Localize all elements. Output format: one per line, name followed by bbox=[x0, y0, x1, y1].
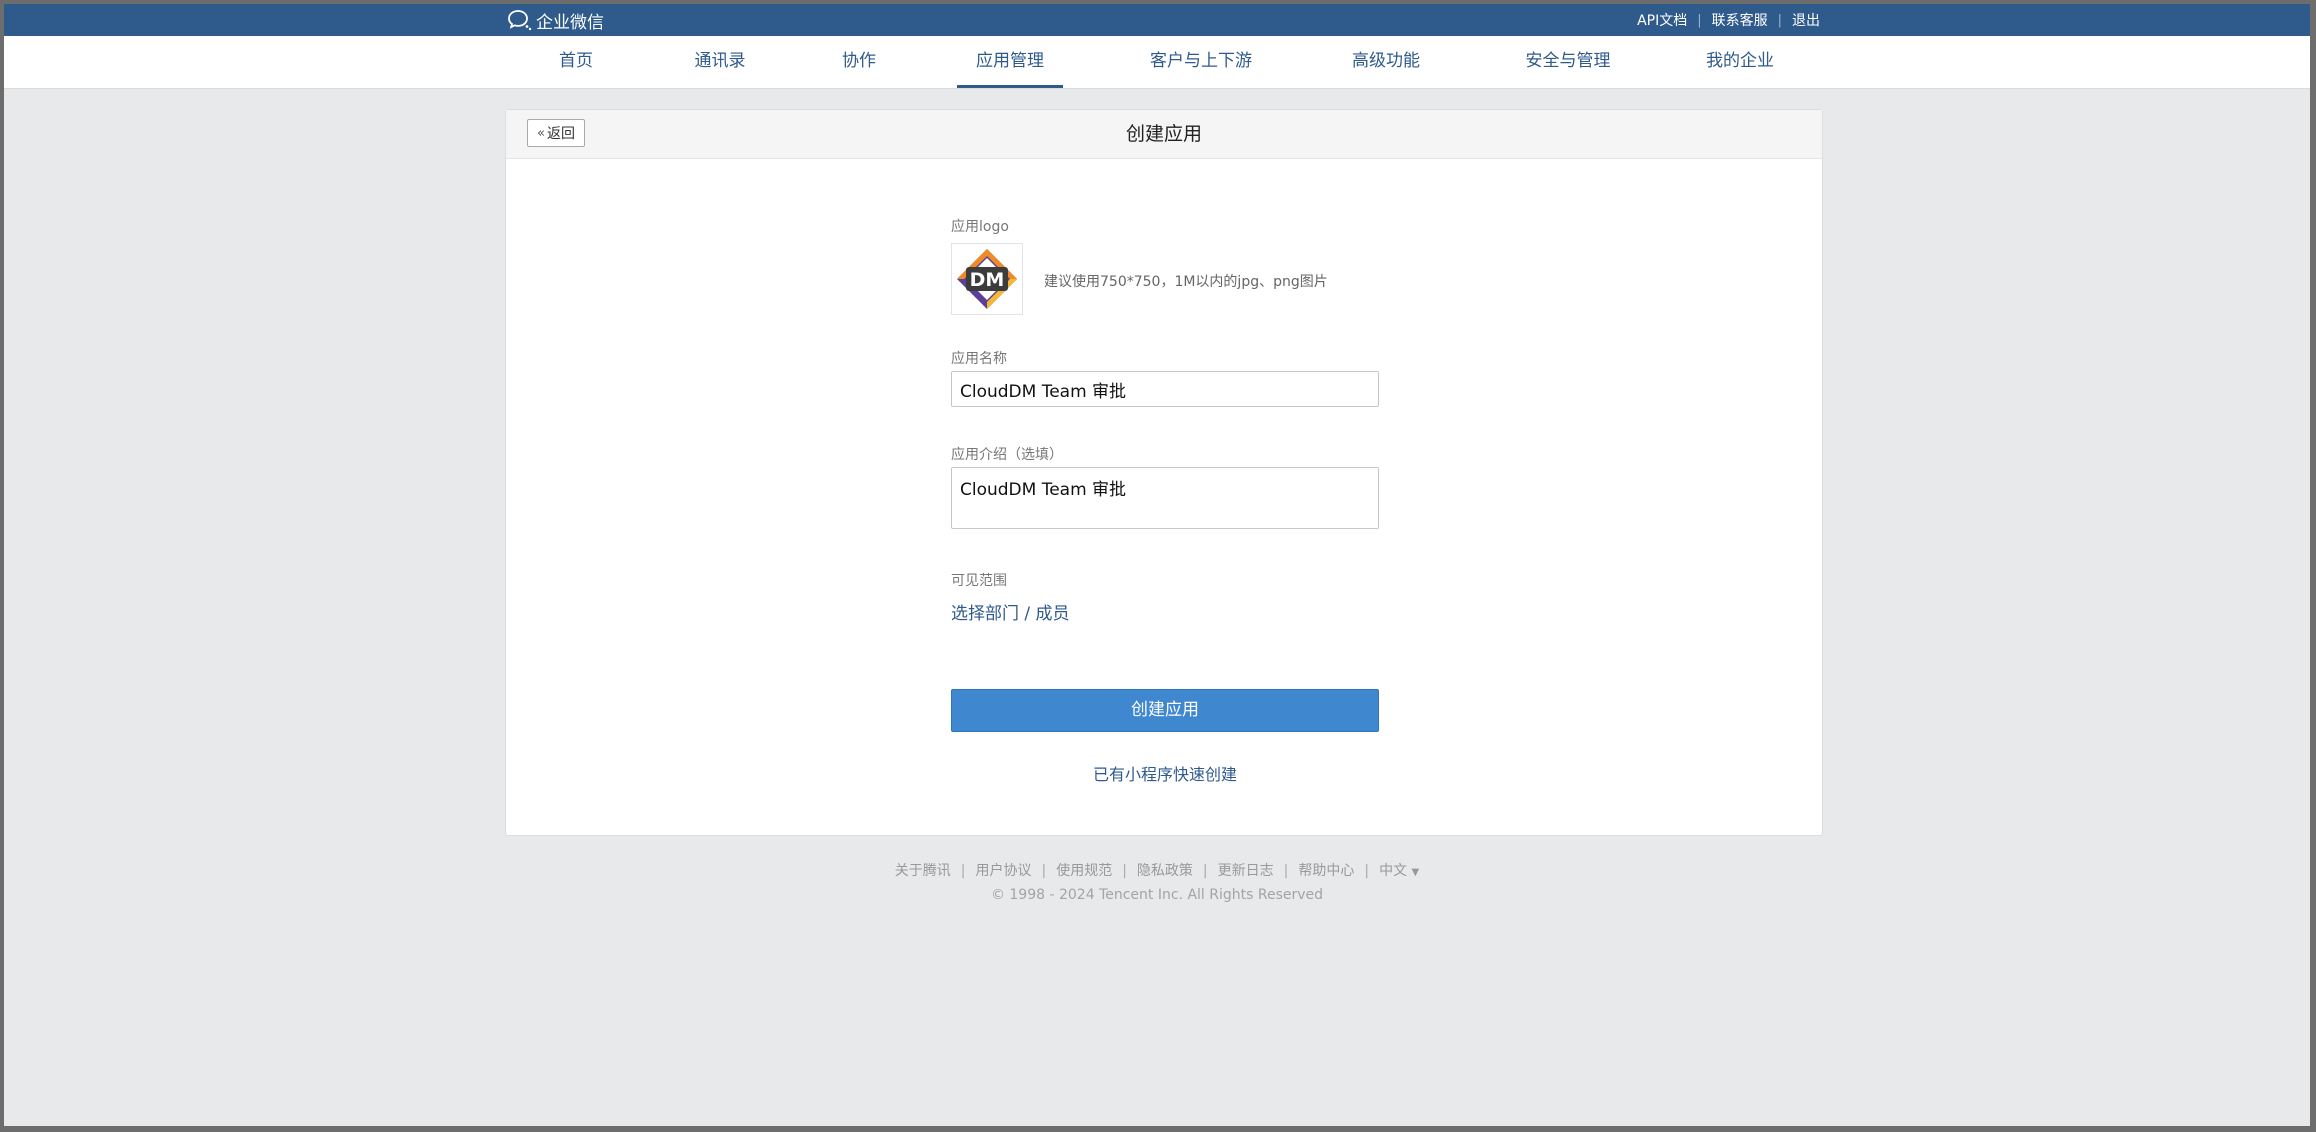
top-link-divider: | bbox=[1777, 12, 1782, 28]
footer-usage-rules[interactable]: 使用规范 bbox=[1056, 863, 1112, 879]
nav-customers-upstream-downstream[interactable]: 客户与上下游 bbox=[1141, 36, 1261, 88]
app-description-label: 应用介绍（选填） bbox=[951, 447, 1063, 463]
language-selector[interactable]: 中文 ▼ bbox=[1379, 863, 1419, 879]
top-bar: 企业微信 API文档 | 联系客服 | 退出 bbox=[4, 4, 2310, 36]
browser-page: 企业微信 API文档 | 联系客服 | 退出 首页 通讯录 协作 应用管理 客户… bbox=[4, 4, 2310, 1126]
app-name-input[interactable] bbox=[951, 371, 1379, 407]
footer-divider: | bbox=[1202, 863, 1208, 879]
page-title: 创建应用 bbox=[1125, 123, 1202, 145]
logo-label: 应用logo bbox=[951, 219, 1009, 235]
footer-changelog[interactable]: 更新日志 bbox=[1218, 863, 1274, 879]
brand-logo[interactable]: 企业微信 bbox=[506, 6, 604, 34]
footer-divider: | bbox=[960, 863, 966, 879]
nav-collaboration[interactable]: 协作 bbox=[829, 36, 889, 88]
top-links: API文档 | 联系客服 | 退出 bbox=[1637, 4, 1820, 36]
nav-security-management[interactable]: 安全与管理 bbox=[1508, 36, 1628, 88]
miniprogram-quick-create-link[interactable]: 已有小程序快速创建 bbox=[951, 761, 1379, 785]
caret-down-icon: ▼ bbox=[1411, 867, 1420, 878]
footer-links: 关于腾讯 | 用户协议 | 使用规范 | 隐私政策 | 更新日志 | 帮助中心 | 中文 ▼ bbox=[4, 860, 2310, 880]
footer-user-agreement[interactable]: 用户协议 bbox=[975, 863, 1031, 879]
top-link-divider: | bbox=[1697, 12, 1702, 28]
app-logo-upload[interactable]: DM bbox=[951, 243, 1023, 315]
panel-header: 创建应用 « 返回 bbox=[506, 110, 1822, 159]
create-app-panel: 创建应用 « 返回 应用logo DM 建议使用750*750，1M以内的jpg… bbox=[505, 109, 1823, 836]
app-logo-text: DM bbox=[970, 269, 1005, 291]
double-chevron-left-icon: « bbox=[537, 125, 545, 141]
create-app-button[interactable]: 创建应用 bbox=[951, 689, 1379, 732]
nav-advanced-features[interactable]: 高级功能 bbox=[1341, 36, 1431, 88]
nav-app-management[interactable]: 应用管理 bbox=[957, 36, 1063, 88]
footer-divider: | bbox=[1283, 863, 1289, 879]
footer-divider: | bbox=[1041, 863, 1047, 879]
app-name-label: 应用名称 bbox=[951, 351, 1007, 367]
main-nav: 首页 通讯录 协作 应用管理 客户与上下游 高级功能 安全与管理 我的企业 bbox=[4, 36, 2310, 89]
app-logo-image: DM bbox=[957, 249, 1017, 309]
nav-contacts[interactable]: 通讯录 bbox=[682, 36, 758, 88]
contact-support-link[interactable]: 联系客服 bbox=[1712, 10, 1768, 30]
brand-name: 企业微信 bbox=[536, 12, 604, 33]
nav-home[interactable]: 首页 bbox=[546, 36, 606, 88]
select-departments-members-link[interactable]: 选择部门 / 成员 bbox=[951, 599, 1070, 624]
footer-divider: | bbox=[1122, 863, 1127, 879]
wecom-logo-icon bbox=[508, 10, 532, 31]
footer-privacy-policy[interactable]: 隐私政策 bbox=[1137, 863, 1193, 879]
logo-hint: 建议使用750*750，1M以内的jpg、png图片 bbox=[1044, 274, 1328, 290]
footer-divider: | bbox=[1364, 863, 1370, 879]
copyright: © 1998 - 2024 Tencent Inc. All Rights Re… bbox=[990, 887, 1324, 903]
api-docs-link[interactable]: API文档 bbox=[1637, 10, 1687, 30]
app-description-textarea[interactable]: CloudDM Team 审批 bbox=[951, 467, 1379, 529]
language-label: 中文 bbox=[1379, 863, 1408, 879]
nav-my-enterprise[interactable]: 我的企业 bbox=[1694, 36, 1786, 88]
logout-link[interactable]: 退出 bbox=[1792, 10, 1820, 30]
footer-help-center[interactable]: 帮助中心 bbox=[1298, 863, 1354, 879]
visibility-label: 可见范围 bbox=[951, 573, 1007, 589]
back-button-label: 返回 bbox=[546, 126, 575, 142]
footer-about-tencent[interactable]: 关于腾讯 bbox=[895, 863, 951, 879]
back-button[interactable]: « 返回 bbox=[527, 119, 585, 147]
